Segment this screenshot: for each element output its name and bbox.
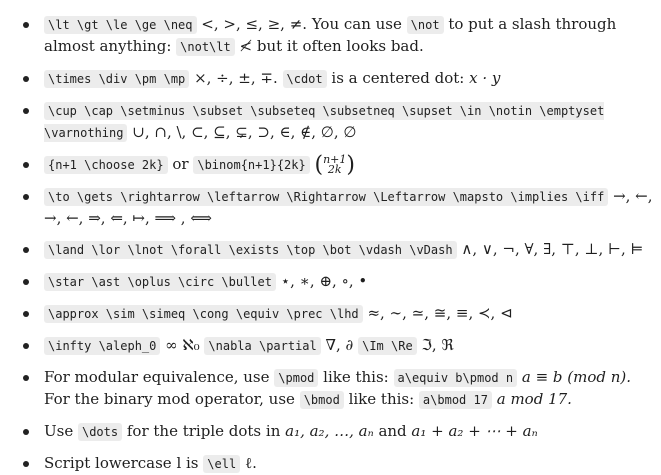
symbol-reference-list: \lt \gt \le \ge \neq <, >, ≤, ≥, ≠. You … bbox=[0, 0, 661, 475]
list-item-misc: \infty \aleph_0 ∞ ℵ₀ \nabla \partial ∇, … bbox=[0, 335, 661, 357]
code-cdot: \cdot bbox=[282, 70, 327, 88]
math-bmod: a mod 17. bbox=[496, 390, 572, 408]
list-item-arrows: \to \gets \rightarrow \leftarrow \Righta… bbox=[0, 186, 661, 229]
math-not-lt: ≮ bbox=[239, 37, 253, 55]
code-operators: \star \ast \oplus \circ \bullet bbox=[44, 273, 276, 291]
list-item-binomial: {n+1 \choose 2k} or \binom{n+1}{2k} (n+1… bbox=[0, 154, 661, 176]
text-modular-intro: For modular equivalence, use bbox=[44, 368, 275, 386]
text-triple-dots: for the triple dots in bbox=[122, 422, 286, 440]
math-ell: ℓ. bbox=[244, 454, 257, 472]
code-dots: \dots bbox=[77, 423, 123, 441]
code-infty-aleph: \infty \aleph_0 bbox=[44, 337, 161, 355]
code-relations: \approx \sim \simeq \cong \equiv \prec \… bbox=[44, 305, 363, 323]
math-nabla-partial: ∇, ∂ bbox=[325, 336, 354, 354]
list-item-ell: Script lowercase l is \ell ℓ. bbox=[0, 453, 661, 475]
math-im-re: ℑ, ℜ bbox=[421, 336, 454, 354]
code-pmod-example: a\equiv b\pmod n bbox=[393, 369, 518, 387]
math-infty-aleph: ∞ ℵ₀ bbox=[165, 336, 200, 354]
list-item-logic: \land \lor \lnot \forall \exists \top \b… bbox=[0, 239, 661, 261]
code-not: \not bbox=[406, 16, 444, 34]
text-centered-dot: is a centered dot: bbox=[326, 69, 470, 87]
code-comparison: \lt \gt \le \ge \neq bbox=[44, 16, 197, 34]
text-you-can-use: You can use bbox=[307, 15, 407, 33]
code-logic: \land \lor \lnot \forall \exists \top \b… bbox=[44, 241, 457, 259]
code-nabla-partial: \nabla \partial bbox=[204, 337, 321, 355]
math-relations: ≈, ∼, ≃, ≅, ≡, ≺, ⊲ bbox=[367, 304, 513, 322]
text-script-l: Script lowercase l is bbox=[44, 454, 204, 472]
math-dots-list: a₁, a₂, …, aₙ bbox=[285, 422, 374, 440]
text-binary-mod: For the binary mod operator, use bbox=[44, 390, 300, 408]
text-use: Use bbox=[44, 422, 78, 440]
code-choose: {n+1 \choose 2k} bbox=[44, 156, 168, 174]
binomial-bottom: 2k bbox=[327, 163, 342, 176]
text-or: or bbox=[167, 155, 194, 173]
math-pmod: a ≡ b (mod n). bbox=[521, 368, 632, 386]
code-im-re: \Im \Re bbox=[358, 337, 417, 355]
code-ell: \ell bbox=[203, 455, 241, 473]
code-not-lt: \not\lt bbox=[176, 38, 235, 56]
math-dots-sum: a₁ + a₂ + ⋯ + aₙ bbox=[411, 422, 538, 440]
list-item-dots: Use \dots for the triple dots in a₁, a₂,… bbox=[0, 421, 661, 443]
text-like-this-1: like this: bbox=[318, 368, 394, 386]
text-like-this-2: like this: bbox=[343, 390, 419, 408]
list-item-operators: \star \ast \oplus \circ \bullet ⋆, ∗, ⊕,… bbox=[0, 271, 661, 293]
math-sets: ∪, ∩, \, ⊂, ⊆, ⊊, ⊃, ∈, ∉, ∅, ∅ bbox=[132, 123, 357, 141]
math-binomial: n+1 2k bbox=[323, 154, 346, 176]
list-item-arithmetic: \times \div \pm \mp ×, ÷, ±, ∓. \cdot is… bbox=[0, 68, 661, 90]
list-item-modular: For modular equivalence, use \pmod like … bbox=[0, 367, 661, 411]
list-item-sets: \cup \cap \setminus \subset \subseteq \s… bbox=[0, 100, 661, 144]
code-pmod: \pmod bbox=[274, 369, 319, 387]
code-bmod: \bmod bbox=[299, 391, 344, 409]
list-item-relations: \approx \sim \simeq \cong \equiv \prec \… bbox=[0, 303, 661, 325]
code-bmod-example: a\bmod 17 bbox=[418, 391, 492, 409]
math-operators: ⋆, ∗, ⊕, ∘, • bbox=[280, 272, 368, 290]
math-logic: ∧, ∨, ¬, ∀, ∃, ⊤, ⊥, ⊢, ⊨ bbox=[461, 240, 644, 258]
code-arithmetic: \times \div \pm \mp bbox=[44, 70, 190, 88]
code-arrows: \to \gets \rightarrow \leftarrow \Righta… bbox=[44, 188, 609, 206]
math-cdot: x · y bbox=[469, 69, 501, 87]
code-binom: \binom{n+1}{2k} bbox=[193, 156, 310, 174]
list-item-comparison: \lt \gt \le \ge \neq <, >, ≤, ≥, ≠. You … bbox=[0, 14, 661, 58]
math-arithmetic: ×, ÷, ±, ∓. bbox=[194, 69, 278, 87]
math-comparison: <, >, ≤, ≥, ≠. bbox=[201, 15, 308, 33]
text-looks-bad: but it often looks bad. bbox=[252, 37, 424, 55]
text-and: and bbox=[373, 422, 412, 440]
